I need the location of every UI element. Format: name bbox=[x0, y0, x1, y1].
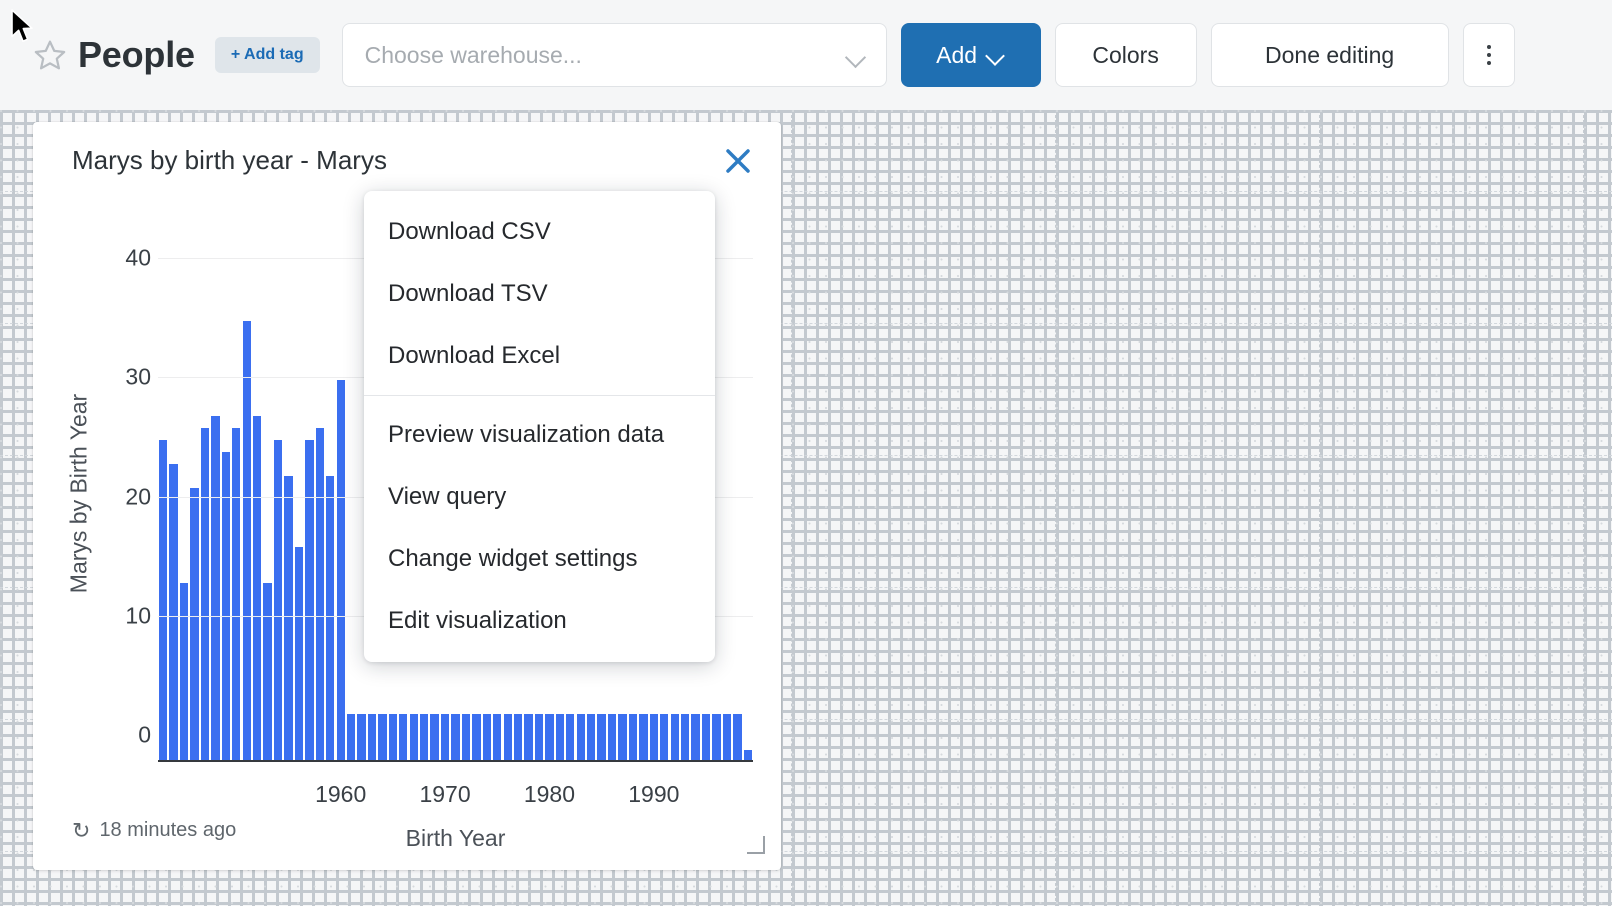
chart-bar[interactable] bbox=[232, 428, 240, 762]
chart-bar[interactable] bbox=[180, 583, 188, 762]
done-editing-button[interactable]: Done editing bbox=[1211, 23, 1449, 87]
chart-bar[interactable] bbox=[483, 714, 491, 762]
x-axis-tick-label: 1970 bbox=[419, 781, 470, 808]
chart-bar[interactable] bbox=[263, 583, 271, 762]
chart-bar[interactable] bbox=[597, 714, 605, 762]
chart-bar[interactable] bbox=[347, 714, 355, 762]
chart-bar[interactable] bbox=[159, 440, 167, 762]
chart-bar[interactable] bbox=[420, 714, 428, 762]
chevron-down-icon bbox=[846, 49, 868, 62]
y-axis-tick-label: 30 bbox=[91, 364, 151, 391]
chart-bar[interactable] bbox=[650, 714, 658, 762]
chart-bar[interactable] bbox=[284, 476, 292, 762]
warehouse-placeholder: Choose warehouse... bbox=[365, 42, 582, 69]
chart-bar[interactable] bbox=[587, 714, 595, 762]
chart-bar[interactable] bbox=[399, 714, 407, 762]
chart-bar[interactable] bbox=[566, 714, 574, 762]
chart-bar[interactable] bbox=[472, 714, 480, 762]
chart-bar[interactable] bbox=[702, 714, 710, 762]
chart-bar[interactable] bbox=[410, 714, 418, 762]
add-button[interactable]: Add bbox=[901, 23, 1041, 87]
y-axis-tick-label: 20 bbox=[91, 483, 151, 510]
menu-item[interactable]: View query bbox=[364, 466, 715, 528]
page-header: People + Add tag Choose warehouse... Add… bbox=[0, 0, 1612, 110]
chart-bar[interactable] bbox=[691, 714, 699, 762]
chart-bar[interactable] bbox=[504, 714, 512, 762]
chart-bar[interactable] bbox=[389, 714, 397, 762]
chart-bar[interactable] bbox=[712, 714, 720, 762]
chart-bar[interactable] bbox=[723, 714, 731, 762]
chart-bar[interactable] bbox=[253, 416, 261, 762]
chart-bar[interactable] bbox=[618, 714, 626, 762]
chart-bar[interactable] bbox=[305, 440, 313, 762]
y-axis-label: Marys by Birth Year bbox=[66, 344, 93, 644]
menu-item[interactable]: Preview visualization data bbox=[364, 404, 715, 466]
chart-bar[interactable] bbox=[556, 714, 564, 762]
y-axis-ticks: 0 10 20 30 40 bbox=[91, 190, 151, 830]
add-button-label: Add bbox=[936, 42, 977, 69]
colors-button[interactable]: Colors bbox=[1055, 23, 1197, 87]
menu-item[interactable]: Download TSV bbox=[364, 263, 715, 325]
chart-bar[interactable] bbox=[577, 714, 585, 762]
chart-bar[interactable] bbox=[316, 428, 324, 762]
chart-bar[interactable] bbox=[524, 714, 532, 762]
x-axis-tick-label: 1980 bbox=[524, 781, 575, 808]
page-title: People bbox=[78, 34, 195, 76]
chart-bar[interactable] bbox=[671, 714, 679, 762]
chart-bar[interactable] bbox=[243, 321, 251, 762]
x-axis-tick-label: 1960 bbox=[315, 781, 366, 808]
more-options-button[interactable] bbox=[1463, 23, 1515, 87]
menu-item[interactable]: Change widget settings bbox=[364, 528, 715, 590]
chevron-down-icon bbox=[987, 49, 1005, 61]
widget-title: Marys by birth year - Marys bbox=[72, 145, 387, 176]
chart-bar[interactable] bbox=[368, 714, 376, 762]
menu-item[interactable]: Download CSV bbox=[364, 201, 715, 263]
chart-bar[interactable] bbox=[545, 714, 553, 762]
chart-bar[interactable] bbox=[211, 416, 219, 762]
x-axis-label: Birth Year bbox=[158, 825, 753, 852]
menu-separator bbox=[364, 395, 715, 396]
y-axis-tick-label: 0 bbox=[91, 722, 151, 749]
chart-bar[interactable] bbox=[608, 714, 616, 762]
chart-bar[interactable] bbox=[169, 464, 177, 762]
chart-bar[interactable] bbox=[222, 452, 230, 762]
y-axis-tick-label: 10 bbox=[91, 602, 151, 629]
x-axis-tick-label: 1990 bbox=[628, 781, 679, 808]
x-axis-line bbox=[158, 760, 753, 762]
chart-bar[interactable] bbox=[462, 714, 470, 762]
chart-bar[interactable] bbox=[733, 714, 741, 762]
chart-bar[interactable] bbox=[535, 714, 543, 762]
chart-bar[interactable] bbox=[660, 714, 668, 762]
chart-bar[interactable] bbox=[441, 714, 449, 762]
last-refreshed: ↻ 18 minutes ago bbox=[72, 819, 236, 842]
chart-bar[interactable] bbox=[357, 714, 365, 762]
chart-bar[interactable] bbox=[514, 714, 522, 762]
close-icon[interactable] bbox=[717, 140, 759, 182]
favorite-star-icon[interactable] bbox=[30, 35, 70, 75]
chart-bar[interactable] bbox=[274, 440, 282, 762]
widget-context-menu[interactable]: Download CSVDownload TSVDownload Excel Pr… bbox=[364, 191, 715, 662]
chart-bar[interactable] bbox=[295, 547, 303, 762]
add-tag-button[interactable]: + Add tag bbox=[215, 37, 320, 73]
chart-bar[interactable] bbox=[681, 714, 689, 762]
y-axis-tick-label: 40 bbox=[91, 245, 151, 272]
chart-bar[interactable] bbox=[337, 380, 345, 762]
menu-item[interactable]: Download Excel bbox=[364, 325, 715, 387]
chart-bar[interactable] bbox=[451, 714, 459, 762]
chart-bar[interactable] bbox=[430, 714, 438, 762]
warehouse-select[interactable]: Choose warehouse... bbox=[342, 23, 887, 87]
last-refreshed-text: 18 minutes ago bbox=[99, 819, 236, 842]
chart-bar[interactable] bbox=[190, 488, 198, 762]
resize-corner-icon[interactable] bbox=[747, 836, 765, 854]
chart-bar[interactable] bbox=[326, 476, 334, 762]
vertical-dots-icon bbox=[1487, 45, 1491, 65]
chart-bar[interactable] bbox=[639, 714, 647, 762]
chart-bar[interactable] bbox=[201, 428, 209, 762]
chart-bar[interactable] bbox=[493, 714, 501, 762]
menu-item[interactable]: Edit visualization bbox=[364, 590, 715, 652]
chart-bar[interactable] bbox=[378, 714, 386, 762]
chart-bar[interactable] bbox=[629, 714, 637, 762]
refresh-icon: ↻ bbox=[72, 820, 90, 842]
